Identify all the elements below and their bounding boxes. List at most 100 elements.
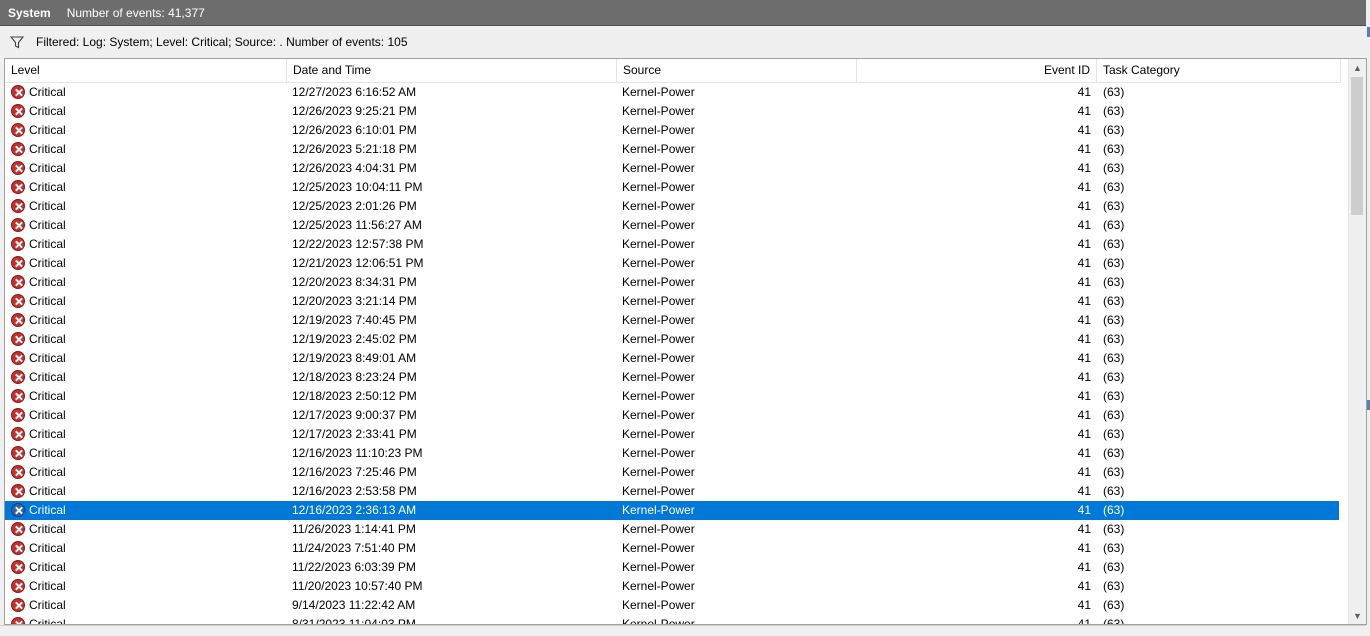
critical-error-icon [11,370,25,384]
critical-error-icon [11,579,25,593]
level-cell: Critical [9,197,279,216]
task-category-cell: (63) [1103,142,1125,156]
table-row[interactable]: Critical 12/26/2023 6:10:01 PM Kernel-Powe… [5,121,1339,140]
table-row[interactable]: Critical 12/19/2023 2:45:02 PM Kernel-Powe… [5,330,1339,349]
level-label: Critical [29,85,66,99]
table-row[interactable]: Critical 11/24/2023 7:51:40 PM Kernel-Powe… [5,539,1339,558]
date-time-cell: 12/20/2023 3:21:14 PM [292,294,417,308]
task-category-cell: (63) [1103,237,1125,251]
event-id-cell: 41 [1077,123,1091,137]
table-row[interactable]: Critical 12/17/2023 2:33:41 PM Kernel-Powe… [5,425,1339,444]
vertical-scrollbar[interactable]: ▲ ▼ [1348,59,1366,624]
source-cell: Kernel-Power [622,579,695,593]
table-row[interactable]: Critical 12/21/2023 12:06:51 PM Kernel-Pow… [5,254,1339,273]
table-row[interactable]: Critical 12/20/2023 8:34:31 PM Kernel-Powe… [5,273,1339,292]
source-cell: Kernel-Power [622,161,695,175]
critical-error-icon [11,161,25,175]
task-category-cell: (63) [1103,408,1125,422]
level-cell: Critical [9,330,279,349]
critical-error-icon [11,351,25,365]
log-name: System [8,5,51,20]
task-category-cell: (63) [1103,256,1125,270]
task-category-cell: (63) [1103,465,1125,479]
source-cell: Kernel-Power [622,142,695,156]
level-label: Critical [29,294,66,308]
table-row[interactable]: Critical 12/19/2023 8:49:01 AM Kernel-Powe… [5,349,1339,368]
scroll-up-icon[interactable]: ▲ [1349,59,1366,76]
table-row[interactable]: Critical 12/18/2023 8:23:24 PM Kernel-Powe… [5,368,1339,387]
table-row[interactable]: Critical 11/20/2023 10:57:40 PM Kernel-Pow… [5,577,1339,596]
level-cell: Critical [9,311,279,330]
scroll-thumb[interactable] [1351,77,1363,215]
table-row[interactable]: Critical 12/20/2023 3:21:14 PM Kernel-Powe… [5,292,1339,311]
level-cell: Critical [9,159,279,178]
table-row[interactable]: Critical 11/22/2023 6:03:39 PM Kernel-Powe… [5,558,1339,577]
level-cell: Critical [9,102,279,121]
event-id-cell: 41 [1077,104,1091,118]
event-id-cell: 41 [1077,579,1091,593]
table-row[interactable]: Critical 12/16/2023 11:10:23 PM Kernel-Pow… [5,444,1339,463]
table-row[interactable]: Critical 12/18/2023 2:50:12 PM Kernel-Powe… [5,387,1339,406]
column-header-source[interactable]: Source [617,59,857,82]
scroll-down-icon[interactable]: ▼ [1349,607,1366,624]
critical-error-icon [11,237,25,251]
task-category-cell: (63) [1103,85,1125,99]
column-header-level[interactable]: Level [5,59,287,82]
filter-bar: Filtered: Log: System; Level: Critical; … [0,28,1364,56]
event-rows: Critical 12/27/2023 6:16:52 AM Kernel-Powe… [5,83,1339,624]
table-row[interactable]: Critical 12/26/2023 5:21:18 PM Kernel-Powe… [5,140,1339,159]
source-cell: Kernel-Power [622,123,695,137]
level-cell: Critical [9,349,279,368]
level-label: Critical [29,332,66,346]
table-row[interactable]: Critical 12/25/2023 2:01:26 PM Kernel-Powe… [5,197,1339,216]
table-row[interactable]: Critical 12/26/2023 9:25:21 PM Kernel-Powe… [5,102,1339,121]
level-label: Critical [29,579,66,593]
critical-error-icon [11,85,25,99]
date-time-cell: 12/16/2023 7:25:46 PM [292,465,417,479]
level-cell: Critical [9,463,279,482]
task-category-cell: (63) [1103,446,1125,460]
column-header-task-category[interactable]: Task Category [1097,59,1341,82]
table-row[interactable]: Critical 12/16/2023 2:53:58 PM Kernel-Powe… [5,482,1339,501]
table-row[interactable]: Critical 12/19/2023 7:40:45 PM Kernel-Powe… [5,311,1339,330]
table-row[interactable]: Critical 12/25/2023 10:04:11 PM Kernel-Pow… [5,178,1339,197]
task-category-cell: (63) [1103,427,1125,441]
task-category-cell: (63) [1103,579,1125,593]
critical-error-icon [11,446,25,460]
task-category-cell: (63) [1103,560,1125,574]
log-title-bar: System Number of events: 41,377 [0,0,1366,26]
task-category-cell: (63) [1103,389,1125,403]
task-category-cell: (63) [1103,598,1125,612]
source-cell: Kernel-Power [622,617,695,624]
task-category-cell: (63) [1103,351,1125,365]
critical-error-icon [11,427,25,441]
date-time-cell: 11/24/2023 7:51:40 PM [292,541,416,555]
level-label: Critical [29,370,66,384]
table-row[interactable]: Critical 12/25/2023 11:56:27 AM Kernel-Pow… [5,216,1339,235]
level-label: Critical [29,237,66,251]
date-time-cell: 11/20/2023 10:57:40 PM [292,579,423,593]
event-id-cell: 41 [1077,351,1091,365]
level-cell: Critical [9,558,279,577]
table-row[interactable]: Critical 12/16/2023 7:25:46 PM Kernel-Powe… [5,463,1339,482]
table-row[interactable]: Critical 8/31/2023 11:04:03 PM Kernel-Powe… [5,615,1339,624]
critical-error-icon [11,465,25,479]
level-cell: Critical [9,387,279,406]
column-header-date-time[interactable]: Date and Time [287,59,617,82]
table-row[interactable]: Critical 12/17/2023 9:00:37 PM Kernel-Powe… [5,406,1339,425]
event-id-cell: 41 [1077,408,1091,422]
critical-error-icon [11,484,25,498]
table-row[interactable]: Critical 12/22/2023 12:57:38 PM Kernel-Pow… [5,235,1339,254]
table-row[interactable]: Critical 12/16/2023 2:36:13 AM Kernel-Powe… [5,501,1339,520]
source-cell: Kernel-Power [622,218,695,232]
event-id-cell: 41 [1077,370,1091,384]
events-grid[interactable]: Level Date and Time Source Event ID Task… [4,58,1367,625]
table-row[interactable]: Critical 12/26/2023 4:04:31 PM Kernel-Powe… [5,159,1339,178]
task-category-cell: (63) [1103,617,1125,624]
task-category-cell: (63) [1103,522,1125,536]
column-header-event-id[interactable]: Event ID [857,59,1097,82]
table-row[interactable]: Critical 9/14/2023 11:22:42 AM Kernel-Powe… [5,596,1339,615]
table-row[interactable]: Critical 11/26/2023 1:14:41 PM Kernel-Powe… [5,520,1339,539]
event-id-cell: 41 [1077,522,1091,536]
table-row[interactable]: Critical 12/27/2023 6:16:52 AM Kernel-Powe… [5,83,1339,102]
